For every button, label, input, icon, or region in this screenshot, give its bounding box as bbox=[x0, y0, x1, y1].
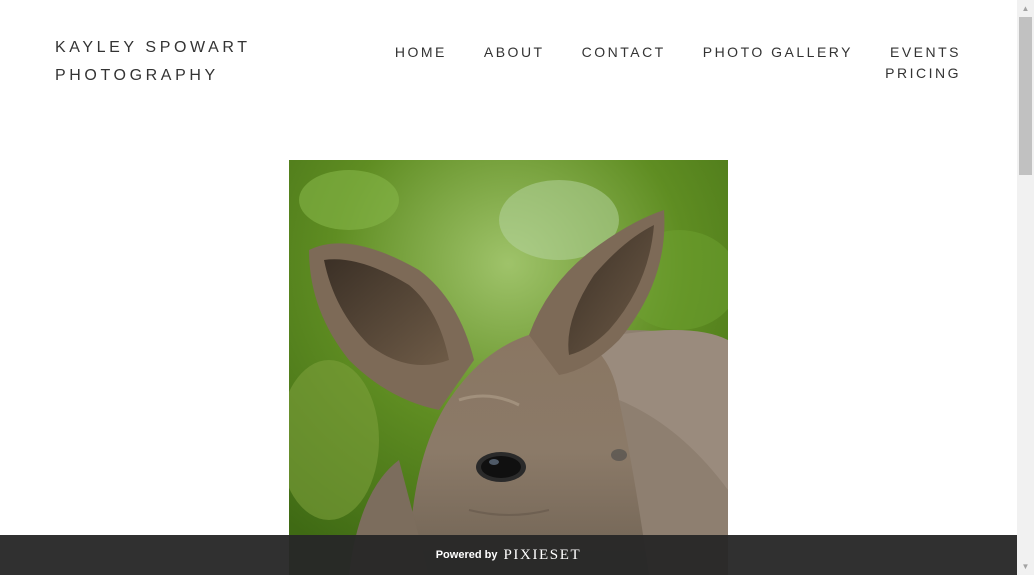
nav-item-home[interactable]: HOME bbox=[395, 42, 447, 63]
pixieset-footer-bar[interactable]: Powered by PIXIESET bbox=[0, 535, 1017, 575]
nav-item-contact[interactable]: CONTACT bbox=[582, 42, 666, 63]
scroll-up-arrow-icon[interactable]: ▲ bbox=[1017, 0, 1034, 17]
brand-line-1: KAYLEY SPOWART bbox=[55, 39, 251, 56]
nav-item-events[interactable]: EVENTS bbox=[890, 42, 961, 63]
hero-photo-kangaroo[interactable] bbox=[289, 160, 728, 575]
site-logo-link[interactable]: KAYLEY SPOWART PHOTOGRAPHY bbox=[55, 34, 315, 90]
nav-item-about[interactable]: ABOUT bbox=[484, 42, 545, 63]
content-area: KAYLEY SPOWART PHOTOGRAPHY HOME ABOUT CONT… bbox=[0, 0, 1017, 575]
powered-by-label: Powered by bbox=[435, 549, 498, 561]
vertical-scrollbar[interactable]: ▲ ▼ bbox=[1017, 0, 1034, 575]
scrollbar-thumb[interactable] bbox=[1019, 17, 1032, 175]
scroll-down-arrow-icon[interactable]: ▼ bbox=[1017, 558, 1034, 575]
nav-item-pricing[interactable]: PRICING bbox=[885, 63, 961, 84]
nav-item-photo-gallery[interactable]: PHOTO GALLERY bbox=[703, 42, 853, 63]
page: KAYLEY SPOWART PHOTOGRAPHY HOME ABOUT CONT… bbox=[0, 0, 1034, 575]
brand-line-2: PHOTOGRAPHY bbox=[55, 67, 219, 84]
kangaroo-photo-illustration bbox=[289, 160, 728, 575]
pixieset-logo-text[interactable]: PIXIESET bbox=[503, 547, 581, 564]
nav-second-row: PRICING bbox=[341, 63, 961, 84]
main-nav: HOME ABOUT CONTACT PHOTO GALLERY EVENTS PRIC… bbox=[341, 42, 961, 84]
